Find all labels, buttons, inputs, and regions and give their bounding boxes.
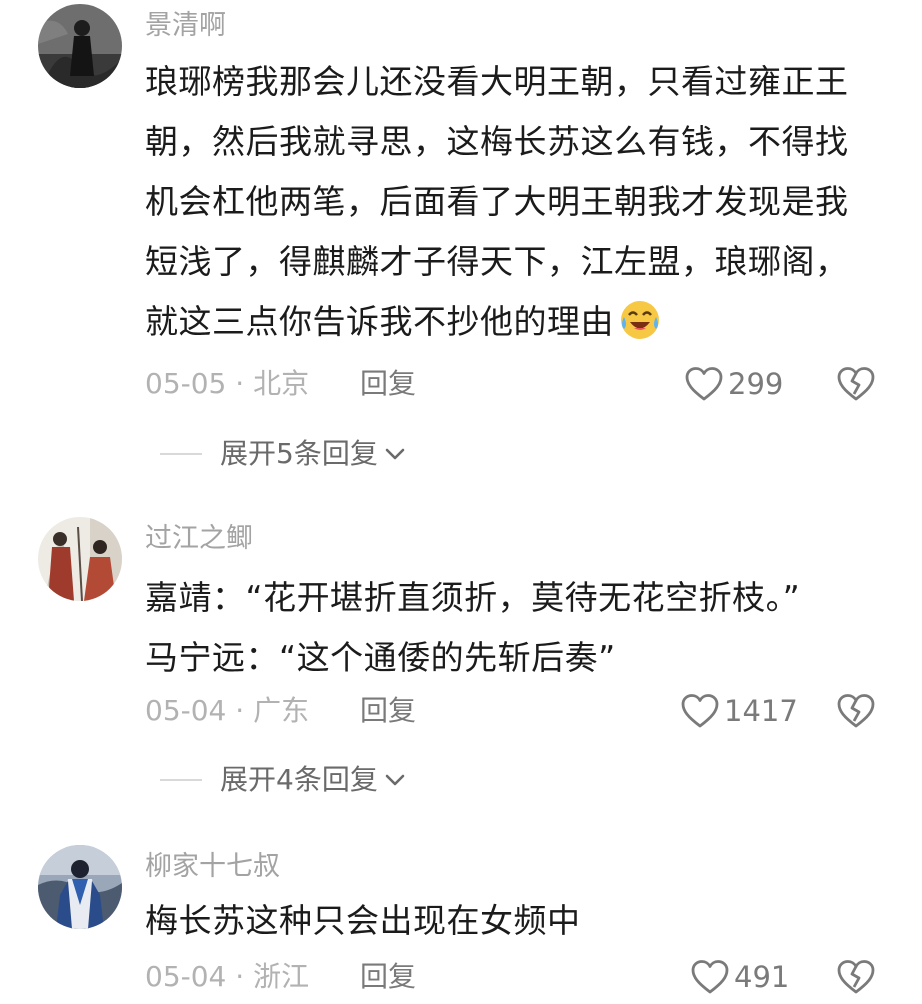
username[interactable]: 柳家十七叔 xyxy=(145,853,280,880)
chevron-down-icon xyxy=(385,774,405,786)
date-location: 05-05 · 北京 xyxy=(145,367,310,400)
like-button[interactable]: 491 xyxy=(690,957,789,997)
like-count: 299 xyxy=(728,367,784,401)
date-location: 05-04 · 广东 xyxy=(145,694,310,727)
avatar[interactable] xyxy=(38,517,122,601)
comment-line: 机会杠他两笔，后面看了大明王朝我才发现是我 xyxy=(145,182,849,221)
broken-heart-icon[interactable] xyxy=(836,959,876,995)
comment-line: 朝，然后我就寻思，这梅长苏这么有钱，不得找 xyxy=(145,122,849,161)
expand-replies-label: 展开5条回复 xyxy=(220,437,378,470)
avatar-image xyxy=(38,517,122,601)
like-count: 491 xyxy=(734,960,790,994)
avatar-image xyxy=(38,845,122,929)
like-count: 1417 xyxy=(724,694,798,728)
username[interactable]: 景清啊 xyxy=(145,12,226,39)
divider xyxy=(160,779,202,781)
crying-laughing-emoji-icon xyxy=(621,301,659,339)
reply-button[interactable]: 回复 xyxy=(360,691,416,731)
comment-meta: 05-04 · 浙江 回复 491 xyxy=(0,957,922,997)
heart-outline-icon xyxy=(691,960,729,994)
comment-line: 短浅了，得麒麟才子得天下，江左盟，琅琊阁， xyxy=(145,242,849,281)
comment-line-text: 就这三点你告诉我不抄他的理由 xyxy=(145,302,614,341)
avatar[interactable] xyxy=(38,4,122,88)
heart-outline-icon xyxy=(685,367,723,401)
like-button[interactable]: 1417 xyxy=(680,691,798,731)
chevron-down-icon xyxy=(385,448,405,460)
date-location: 05-04 · 浙江 xyxy=(145,960,310,993)
reply-button[interactable]: 回复 xyxy=(360,957,416,997)
reply-button[interactable]: 回复 xyxy=(360,364,416,404)
expand-replies-label: 展开4条回复 xyxy=(220,763,378,796)
username[interactable]: 过江之鲫 xyxy=(145,525,253,552)
avatar-image xyxy=(38,4,122,88)
comment-line: 琅琊榜我那会儿还没看大明王朝，只看过雍正王 xyxy=(145,62,849,101)
comment-meta: 05-05 · 北京 回复 299 xyxy=(0,364,922,404)
broken-heart-icon[interactable] xyxy=(836,693,876,729)
comment-meta: 05-04 · 广东 回复 1417 xyxy=(0,691,922,731)
comment-text: 嘉靖：“花开堪折直须折，莫待无花空折枝。” 马宁远：“这个通倭的先斩后奏” xyxy=(145,568,885,688)
expand-replies-button[interactable]: 展开5条回复 xyxy=(160,434,406,474)
like-button[interactable]: 299 xyxy=(684,364,783,404)
broken-heart-icon[interactable] xyxy=(836,366,876,402)
comment-line: 嘉靖：“花开堪折直须折，莫待无花空折枝。” xyxy=(145,578,801,617)
comment-text: 琅琊榜我那会儿还没看大明王朝，只看过雍正王 朝，然后我就寻思，这梅长苏这么有钱，… xyxy=(145,52,885,352)
comment-text: 梅长苏这种只会出现在女频中 xyxy=(145,891,885,951)
expand-replies-button[interactable]: 展开4条回复 xyxy=(160,760,406,800)
avatar[interactable] xyxy=(38,845,122,929)
comment-line: 马宁远：“这个通倭的先斩后奏” xyxy=(145,638,616,677)
comment-line: 就这三点你告诉我不抄他的理由 xyxy=(145,292,885,352)
comment-line: 梅长苏这种只会出现在女频中 xyxy=(145,901,581,940)
heart-outline-icon xyxy=(681,694,719,728)
divider xyxy=(160,453,202,455)
